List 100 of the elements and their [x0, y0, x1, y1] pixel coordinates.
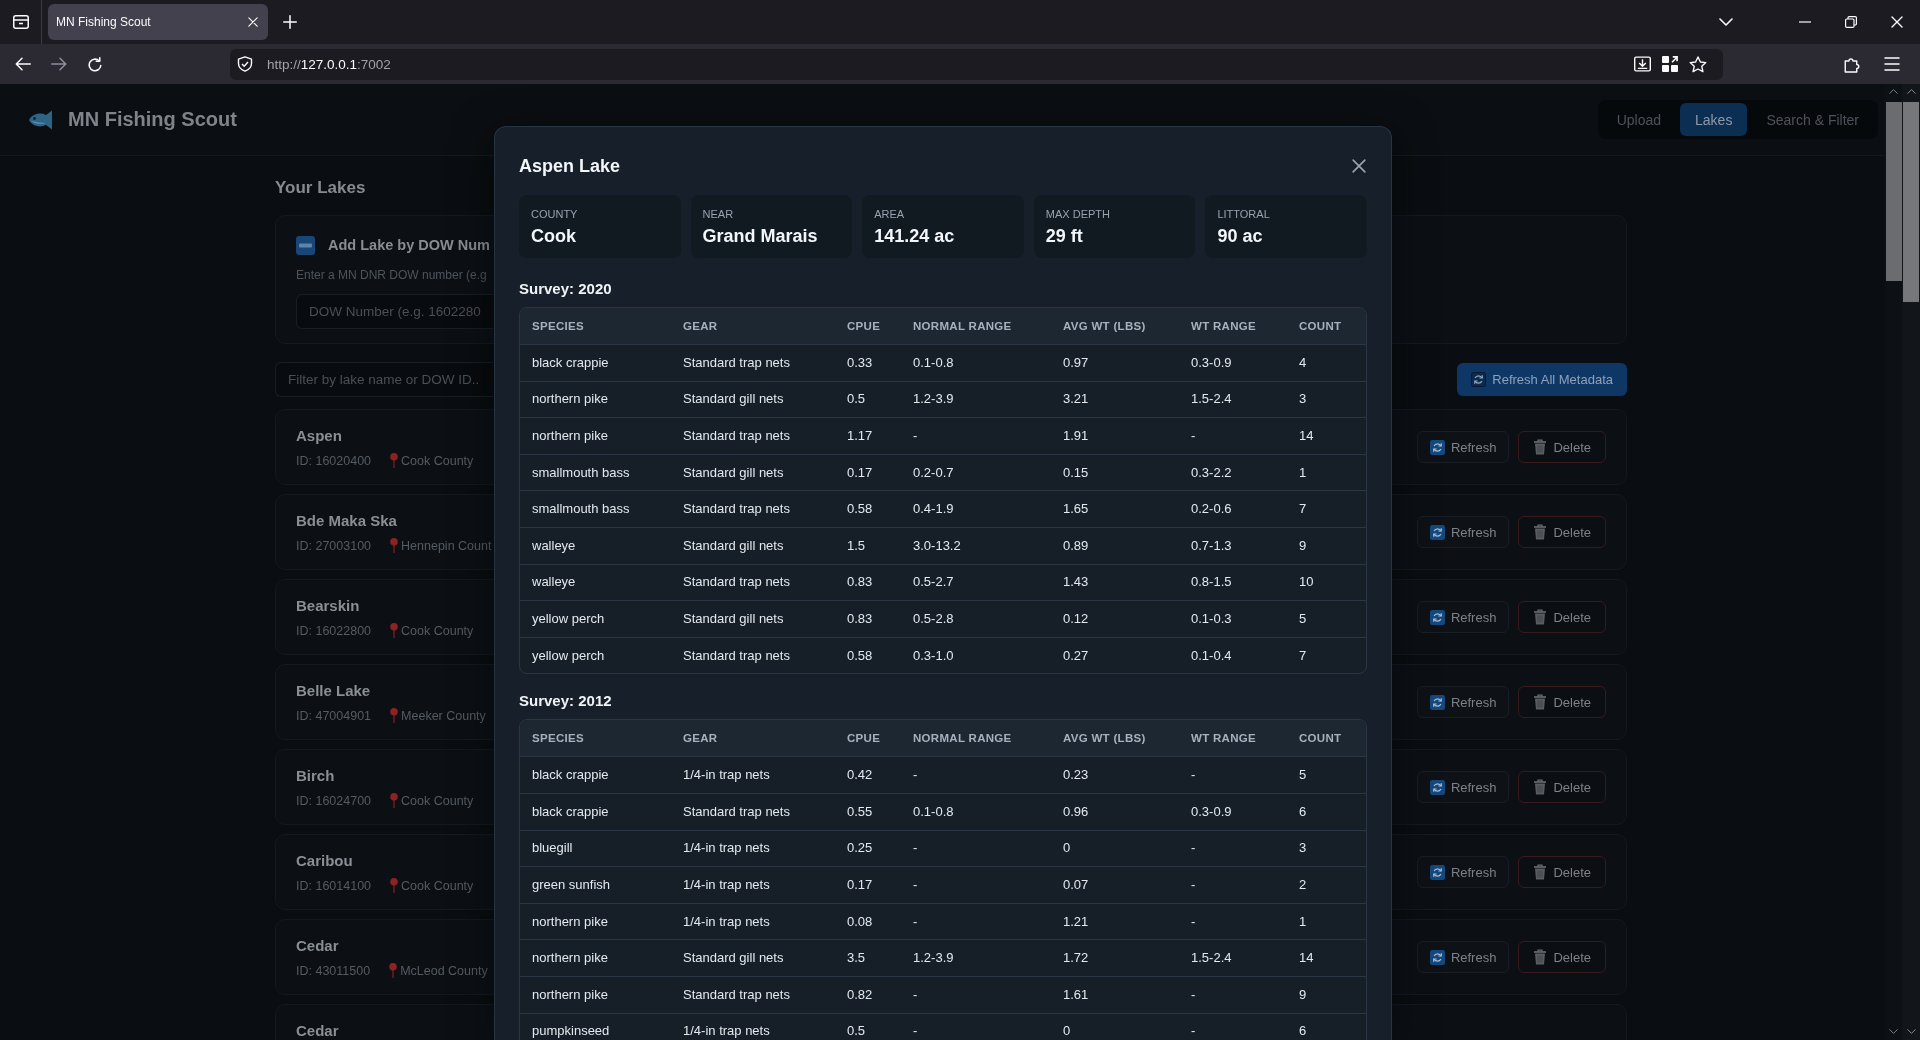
- badge-icon: [296, 235, 315, 255]
- close-icon[interactable]: [248, 17, 258, 27]
- delete-button[interactable]: Delete: [1518, 431, 1606, 463]
- county-label: Cook County: [401, 623, 474, 638]
- table-cell-text: -: [912, 914, 919, 929]
- star-icon[interactable]: [1689, 55, 1707, 73]
- nav-tab[interactable]: Lakes: [1680, 103, 1748, 136]
- lake-id: ID: 47004901: [296, 708, 372, 723]
- column-header: WT RANGE: [1190, 319, 1257, 333]
- pin-icon: [390, 623, 399, 638]
- column-header: COUNT: [1298, 731, 1343, 746]
- table-cell-text: 6: [1298, 1024, 1308, 1039]
- nav-tab[interactable]: Search & Filter: [1751, 103, 1874, 136]
- lake-name: Caribou: [296, 854, 353, 868]
- refresh-button[interactable]: Refresh: [1416, 941, 1510, 973]
- table-cell-text: 0.42: [846, 768, 874, 783]
- table-cell-text: 0.25: [846, 841, 874, 856]
- table-cell-text: 0.97: [1062, 355, 1090, 370]
- table-cell-text: -: [912, 841, 919, 856]
- refresh-button[interactable]: Refresh: [1416, 856, 1510, 888]
- close-button[interactable]: [1350, 157, 1368, 175]
- grid-icon[interactable]: [1662, 56, 1678, 72]
- delete-button[interactable]: Delete: [1518, 941, 1606, 973]
- table-cell-text: 7: [1298, 502, 1308, 517]
- table-cell-text: 0.2-0.6: [1190, 502, 1233, 517]
- trash-icon: [1533, 439, 1548, 455]
- delete-button[interactable]: Delete: [1518, 601, 1606, 633]
- table-cell-text: northern pike: [531, 392, 609, 407]
- nav-tab[interactable]: Upload: [1601, 103, 1677, 136]
- table-cell-text: 6: [1298, 804, 1308, 819]
- table-cell-text: 0.82: [846, 987, 874, 1002]
- browser-tab[interactable]: MN Fishing Scout: [48, 4, 268, 40]
- table-cell-text: 0.1-0.8: [912, 804, 955, 819]
- close-icon: [1891, 16, 1903, 28]
- table-cell-text: 0.27: [1062, 648, 1090, 663]
- column-header: CPUE: [846, 319, 882, 333]
- scrollbar-thumb[interactable]: [1885, 102, 1902, 281]
- trash-icon: [1533, 779, 1548, 795]
- scrollbar[interactable]: [1885, 84, 1902, 1040]
- delete-button[interactable]: Delete: [1518, 856, 1606, 888]
- refresh-button[interactable]: Refresh: [1416, 771, 1510, 803]
- delete-button[interactable]: Delete: [1518, 516, 1606, 548]
- table-cell-text: 0.7-1.3: [1190, 538, 1233, 553]
- table-cell-text: 0.15: [1062, 465, 1090, 480]
- column-header: NORMAL RANGE: [912, 319, 1013, 333]
- refresh-button[interactable]: Refresh: [1416, 601, 1510, 633]
- pin-icon: [390, 708, 399, 723]
- refresh-icon: [1429, 524, 1445, 540]
- table-cell-text: 0.3-1.0: [912, 648, 955, 663]
- refresh-button[interactable]: Refresh: [1416, 431, 1510, 463]
- delete-button[interactable]: Delete: [1518, 686, 1606, 718]
- refresh-icon: [1429, 949, 1445, 965]
- download-icon[interactable]: [1634, 56, 1651, 72]
- refresh-button[interactable]: Refresh: [1416, 686, 1510, 718]
- table-cell-text: 1.72: [1062, 951, 1090, 966]
- lake-name: Cedar: [296, 939, 339, 953]
- table-cell-text: 0.5: [846, 392, 867, 407]
- card-title: Add Lake by DOW Num: [328, 237, 490, 253]
- table-cell-text: 1.5-2.4: [1190, 951, 1233, 966]
- hint-text: Enter a MN DNR DOW number (e.g: [296, 267, 487, 283]
- survey-heading: Survey: 2020: [519, 279, 612, 299]
- column-header: AVG WT (LBS): [1062, 731, 1147, 746]
- table-cell-text: Standard gill nets: [682, 465, 785, 480]
- refresh-icon: [1429, 609, 1445, 625]
- filter-field[interactable]: Filter by lake name or DOW ID..: [275, 362, 493, 397]
- table-cell-text: 7: [1298, 648, 1308, 663]
- table-cell-text: -: [1190, 841, 1197, 856]
- plus-icon: [283, 15, 297, 29]
- table-cell-text: black crappie: [531, 355, 610, 370]
- dialog-title: Aspen Lake: [519, 155, 621, 177]
- delete-button[interactable]: Delete: [1518, 771, 1606, 803]
- refresh-icon: [1429, 779, 1445, 795]
- refresh-all-button[interactable]: Refresh All Metadata: [1457, 363, 1627, 396]
- table-cell-text: Standard trap nets: [682, 804, 791, 819]
- refresh-icon: [1429, 694, 1445, 710]
- table-cell-text: smallmouth bass: [531, 465, 631, 480]
- minimize-icon: [1799, 21, 1811, 23]
- table-cell-text: -: [1190, 987, 1197, 1002]
- table-cell-text: 3.5: [846, 951, 867, 966]
- trash-icon: [1533, 864, 1548, 880]
- chevron-down-icon: [1719, 18, 1733, 26]
- table-cell-text: 0: [1062, 1024, 1072, 1039]
- scrollbar[interactable]: [1902, 84, 1920, 1040]
- lake-name: Birch: [296, 769, 335, 783]
- reload-icon: [87, 56, 103, 72]
- table-cell-text: Standard trap nets: [682, 502, 791, 517]
- table-cell-text: 3.0-13.2: [912, 538, 962, 553]
- scrollbar-thumb[interactable]: [1903, 102, 1919, 302]
- table-cell-text: -: [1190, 1024, 1197, 1039]
- refresh-button[interactable]: Refresh: [1416, 516, 1510, 548]
- table-cell-text: 0.96: [1062, 804, 1090, 819]
- table-cell-text: 0: [1062, 841, 1072, 856]
- column-header: WT RANGE: [1190, 731, 1257, 746]
- address-field[interactable]: http://127.0.0.1:7002: [230, 48, 1723, 80]
- table-cell-text: -: [912, 1024, 919, 1039]
- table-cell-text: 1.65: [1062, 502, 1090, 517]
- table-cell-text: -: [912, 429, 919, 443]
- lake-name: Cedar: [296, 1024, 339, 1038]
- trash-icon: [1533, 609, 1548, 625]
- dow-number-field[interactable]: DOW Number (e.g. 1602280: [296, 294, 493, 329]
